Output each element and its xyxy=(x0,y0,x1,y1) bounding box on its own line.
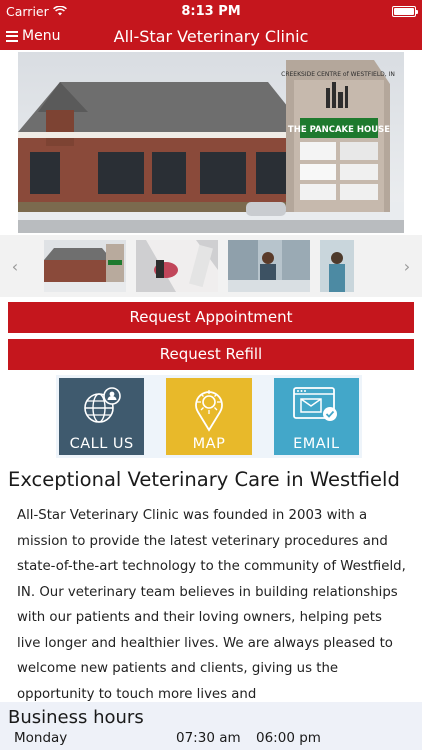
business-hours: Business hours Monday 07:30 am 06:00 pm xyxy=(0,702,422,750)
about-text: All-Star Veterinary Clinic was founded i… xyxy=(17,508,406,702)
map-tile[interactable]: MAP xyxy=(166,378,252,455)
sign-top-text: CREEKSIDE CENTRE of WESTFIELD, IN xyxy=(281,71,395,78)
section-heading: Exceptional Veterinary Care in Westfield xyxy=(8,468,400,491)
hours-row: Monday 07:30 am 06:00 pm xyxy=(0,728,422,748)
email-tile[interactable]: EMAIL xyxy=(273,378,359,455)
call-us-label: CALL US xyxy=(69,436,134,452)
navigation-bar: Menu All-Star Veterinary Clinic xyxy=(0,22,422,50)
map-label: MAP xyxy=(192,436,226,452)
gallery-thumbnail[interactable] xyxy=(44,240,126,292)
sign-store-text: THE PANCAKE HOUSE xyxy=(288,125,390,135)
menu-button[interactable]: Menu xyxy=(6,28,60,44)
gallery-thumbnail[interactable] xyxy=(136,240,218,292)
hours-day: Monday xyxy=(14,730,68,746)
gallery-thumbnail[interactable] xyxy=(228,240,310,292)
request-appointment-button[interactable]: Request Appointment xyxy=(8,302,414,333)
menu-label: Menu xyxy=(22,28,61,44)
chevron-right-icon[interactable]: › xyxy=(392,235,422,297)
gallery-carousel: ‹ › xyxy=(0,235,422,297)
status-time: 8:13 PM xyxy=(181,3,241,19)
business-hours-heading: Business hours xyxy=(8,707,144,728)
carrier-label: Carrier xyxy=(6,3,49,19)
request-refill-button[interactable]: Request Refill xyxy=(8,339,414,370)
globe-person-icon xyxy=(83,387,121,423)
hamburger-icon xyxy=(6,30,18,42)
hours-open: 07:30 am xyxy=(176,730,241,746)
email-browser-icon xyxy=(293,387,338,421)
status-bar: Carrier 8:13 PM xyxy=(0,0,422,22)
hours-close: 06:00 pm xyxy=(256,730,321,746)
gallery-thumbnail[interactable] xyxy=(320,240,354,292)
chevron-left-icon[interactable]: ‹ xyxy=(0,235,30,297)
map-pin-icon xyxy=(195,390,223,432)
battery-icon xyxy=(392,5,418,17)
contact-tiles: CALL US MAP EMAIL xyxy=(56,375,362,458)
email-label: EMAIL xyxy=(293,436,340,452)
wifi-icon xyxy=(52,6,67,16)
hero-image: CREEKSIDE CENTRE of WESTFIELD, IN THE PA… xyxy=(18,52,404,233)
page-title: All-Star Veterinary Clinic xyxy=(113,26,309,46)
call-us-tile[interactable]: CALL US xyxy=(59,378,145,455)
top-bar: Carrier 8:13 PM Menu All-Star Veterinary… xyxy=(0,0,422,50)
